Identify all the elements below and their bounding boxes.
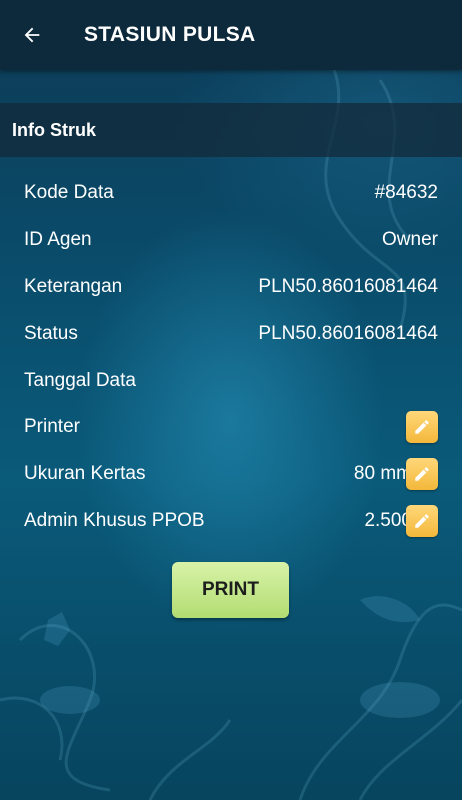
row-label: Keterangan [24, 275, 123, 297]
row-value: 2.500 [364, 509, 412, 531]
row-tanggal-data: Tanggal Data [24, 357, 438, 404]
row-kode-data: Kode Data #84632 [24, 170, 438, 217]
row-label: Ukuran Kertas [24, 463, 146, 485]
pencil-icon [415, 467, 429, 481]
row-value: #84632 [374, 182, 438, 204]
row-value: PLN50.86016081464 [258, 275, 438, 297]
row-keterangan: Keterangan PLN50.86016081464 [24, 264, 438, 311]
row-value: 80 mm [353, 463, 412, 485]
arrow-left-icon [24, 27, 40, 43]
row-ukuran-kertas: Ukuran Kertas 80 mm [24, 451, 438, 498]
row-id-agen: ID Agen Owner [24, 217, 438, 264]
pencil-icon [415, 514, 429, 528]
print-button[interactable]: PRINT [172, 562, 289, 618]
app-bar: STASIUN PULSA [0, 0, 462, 70]
row-admin-khusus-ppob: Admin Khusus PPOB 2.500 [24, 498, 438, 545]
back-button[interactable] [0, 0, 64, 70]
row-label: Tanggal Data [24, 369, 136, 391]
row-label: Kode Data [24, 182, 114, 204]
row-label: ID Agen [24, 229, 92, 251]
section-title: Info Struk [12, 119, 96, 140]
edit-admin-fee-button[interactable] [406, 504, 438, 537]
row-printer: Printer - [24, 404, 438, 451]
section-header: Info Struk [0, 103, 462, 157]
edit-paper-size-button[interactable] [406, 458, 438, 491]
row-value: Owner [382, 229, 438, 251]
row-status: Status PLN50.86016081464 [24, 310, 438, 357]
row-label: Printer [24, 416, 80, 438]
row-label: Admin Khusus PPOB [24, 509, 205, 531]
pencil-icon [415, 420, 429, 435]
receipt-info-list: Kode Data #84632 ID Agen Owner Keteranga… [24, 170, 438, 544]
row-value: PLN50.86016081464 [258, 322, 438, 344]
edit-printer-button[interactable] [406, 411, 438, 444]
app-title: STASIUN PULSA [84, 23, 256, 46]
row-label: Status [24, 322, 78, 344]
